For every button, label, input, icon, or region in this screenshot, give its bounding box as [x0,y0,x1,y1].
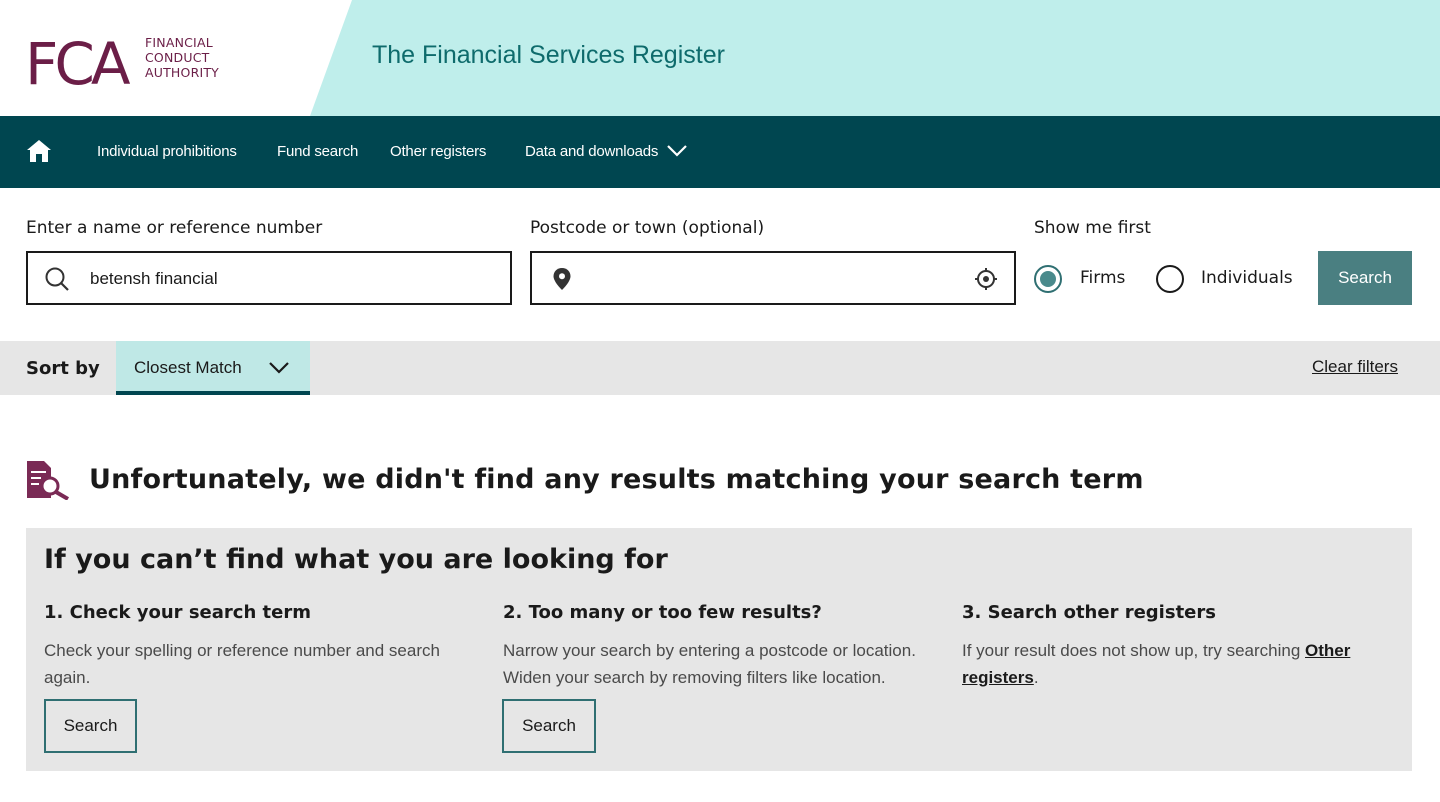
nav-item-individual-prohibitions[interactable]: Individual prohibitions [97,143,237,160]
logo-line-2: CONDUCT [145,50,210,65]
help-column-2-title: 2. Too many or too few results? [503,602,822,623]
postcode-input[interactable] [530,251,1016,305]
show-me-first-label: Show me first [1034,218,1151,238]
help-panel: If you can’t find what you are looking f… [26,528,1412,771]
help-column-3-text-before: If your result does not show up, try sea… [962,641,1306,660]
no-results-heading: Unfortunately, we didn't find any result… [89,464,1144,495]
fca-logo-text: FINANCIAL CONDUCT AUTHORITY [145,35,219,80]
fca-logo-letters: FCA [26,30,131,88]
help-column-1-text: Check your spelling or reference number … [44,641,440,687]
help-column-2-text: Narrow your search by entering a postcod… [503,637,943,691]
sort-select-value[interactable]: Closest Match [134,358,242,378]
help-title: If you can’t find what you are looking f… [44,544,668,575]
chevron-down-icon[interactable] [268,361,290,375]
document-search-icon [27,461,70,500]
help-column-2-line-2: Widen your search by removing filters li… [503,668,886,687]
individuals-radio[interactable] [1156,265,1184,293]
nav-item-fund-search[interactable]: Fund search [277,143,358,160]
firms-radio[interactable] [1034,265,1062,293]
logo-line-1: FINANCIAL [145,35,213,50]
sort-by-label: Sort by [26,358,100,379]
help-column-2: 2. Too many or too few results? Narrow y… [503,602,943,691]
search-refine-button[interactable]: Search [502,699,596,753]
nav-item-other-registers[interactable]: Other registers [390,143,486,160]
help-column-3-text: If your result does not show up, try sea… [962,637,1382,691]
search-again-button[interactable]: Search [44,699,137,753]
help-column-1-title: 1. Check your search term [44,602,311,623]
help-column-3-title: 3. Search other registers [962,602,1216,623]
sort-bar: Sort by Closest Match [0,341,1440,395]
postcode-field-label: Postcode or town (optional) [530,218,765,238]
location-pin-icon [553,268,571,290]
search-icon [45,267,69,291]
individuals-radio-label[interactable]: Individuals [1201,268,1293,288]
help-column-2-line-1: Narrow your search by entering a postcod… [503,641,916,660]
help-column-3: 3. Search other registers If your result… [962,602,1382,691]
help-column-1: 1. Check your search term Check your spe… [44,602,464,691]
name-search-value[interactable]: betensh financial [90,269,218,289]
site-header: FCA FINANCIAL CONDUCT AUTHORITY The Fina… [0,0,1440,116]
search-button[interactable]: Search [1318,251,1412,305]
firms-radio-label[interactable]: Firms [1080,268,1125,288]
home-icon[interactable] [26,138,52,164]
help-column-3-text-after: . [1033,668,1039,687]
sort-select[interactable]: Closest Match [116,341,310,395]
clear-filters-link[interactable]: Clear filters [1312,357,1398,377]
logo-line-3: AUTHORITY [145,65,220,80]
name-search-input[interactable]: betensh financial [26,251,512,305]
nav-item-data-and-downloads[interactable]: Data and downloads [525,143,658,160]
chevron-down-icon[interactable] [666,144,688,158]
site-title[interactable]: The Financial Services Register [372,41,725,70]
main-nav: Individual prohibitions Fund search Othe… [0,116,1440,188]
locate-me-icon[interactable] [974,267,998,291]
name-field-label: Enter a name or reference number [26,218,323,238]
